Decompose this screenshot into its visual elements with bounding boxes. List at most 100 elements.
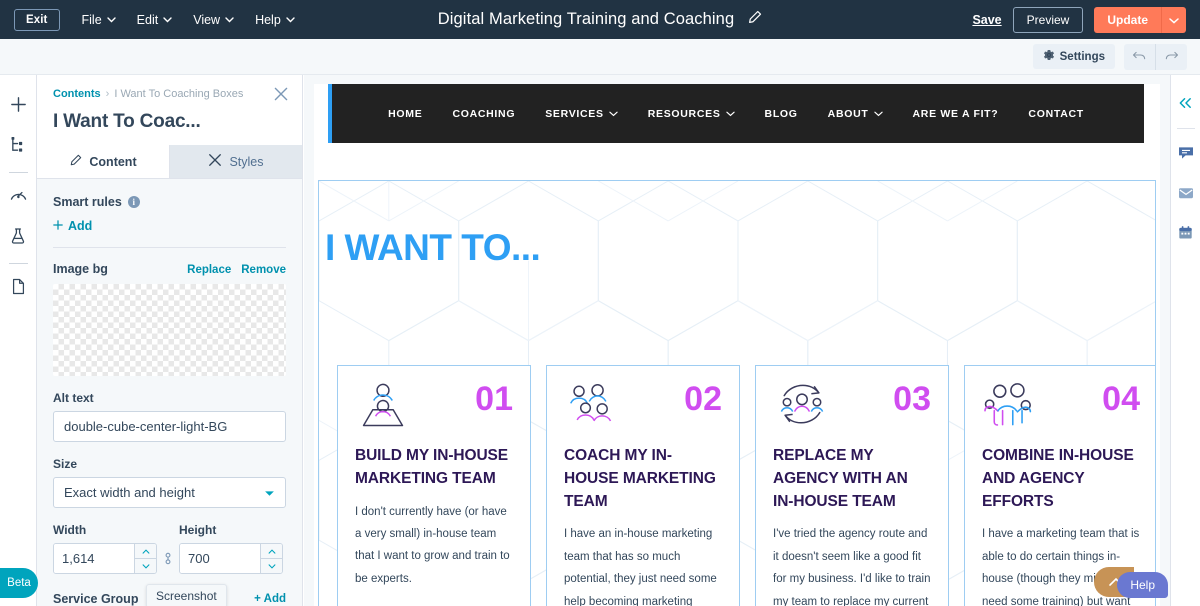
image-bg-row: Image bg Replace Remove	[53, 262, 286, 276]
redo-button[interactable]	[1155, 44, 1187, 70]
service-group-add-button[interactable]: + Add	[254, 593, 286, 605]
card-01-number: 01	[475, 382, 513, 416]
nav-label: COACHING	[452, 108, 515, 120]
card-01[interactable]: 01 BUILD MY IN-HOUSE MARKETING TEAM I do…	[337, 365, 531, 606]
cards-row: 01 BUILD MY IN-HOUSE MARKETING TEAM I do…	[337, 365, 1156, 606]
menu-help[interactable]: Help	[255, 13, 295, 27]
nav-item-blog[interactable]: BLOG	[765, 108, 798, 120]
pencil-icon[interactable]	[747, 10, 762, 30]
hero-heading: I WANT TO...	[325, 227, 540, 269]
double-chevron-left-icon	[1178, 96, 1193, 114]
nav-item-services[interactable]: SERVICES	[545, 108, 618, 120]
image-bg-label: Image bg	[53, 262, 108, 276]
top-toolbar: Exit File Edit View Help Digi	[0, 0, 1200, 39]
card-01-body: I don't currently have (or have a very s…	[355, 501, 513, 591]
breadcrumb-contents[interactable]: Contents	[53, 88, 101, 100]
beta-badge[interactable]: Beta	[0, 568, 38, 598]
redo-arrow-icon	[1164, 48, 1179, 66]
nav-label: SERVICES	[545, 108, 604, 120]
nav-label: BLOG	[765, 108, 798, 120]
menu-file[interactable]: File	[82, 13, 116, 27]
chevron-down-icon	[609, 108, 618, 120]
width-decrement[interactable]	[135, 558, 156, 573]
site-nav-items: HOME COACHING SERVICES RESOURCES	[388, 108, 1084, 120]
height-spinners	[260, 544, 282, 573]
image-bg-preview[interactable]	[53, 284, 286, 376]
screenshot-tooltip: Screenshot	[146, 584, 227, 606]
height-decrement[interactable]	[261, 558, 282, 573]
nav-item-contact[interactable]: CONTACT	[1028, 108, 1083, 120]
smart-rules-add-button[interactable]: Add	[53, 219, 286, 233]
close-icon[interactable]	[274, 87, 288, 106]
width-label: Width	[53, 523, 157, 537]
rail-content-tree[interactable]	[0, 127, 37, 167]
nav-label: HOME	[388, 108, 422, 120]
card-03[interactable]: 03 REPLACE MY AGENCY WITH AN IN-HOUSE TE…	[755, 365, 949, 606]
height-label: Height	[179, 523, 283, 537]
inbox-icon	[1178, 186, 1194, 205]
height-input[interactable]	[180, 544, 260, 573]
save-button[interactable]: Save	[972, 13, 1001, 27]
menu-view[interactable]: View	[193, 13, 234, 27]
image-bg-actions: Replace Remove	[187, 264, 286, 276]
undo-button[interactable]	[1124, 44, 1155, 70]
exit-button[interactable]: Exit	[14, 9, 60, 31]
service-group-row: Service Group + Add Screenshot	[53, 592, 286, 606]
flask-icon	[9, 227, 27, 250]
page-canvas: HOME COACHING SERVICES RESOURCES	[304, 75, 1170, 606]
two-figures-linked-icon	[982, 382, 1038, 437]
remove-image-button[interactable]: Remove	[241, 264, 286, 276]
update-button[interactable]: Update	[1094, 7, 1161, 33]
nav-item-resources[interactable]: RESOURCES	[648, 108, 735, 120]
nav-item-home[interactable]: HOME	[388, 108, 422, 120]
replace-image-button[interactable]: Replace	[187, 264, 231, 276]
sitemap-icon	[10, 136, 27, 158]
live-chat-button[interactable]	[1171, 135, 1200, 175]
collapse-panel-button[interactable]	[1171, 85, 1200, 125]
gauge-icon	[9, 186, 28, 210]
alt-text-input[interactable]	[53, 411, 286, 442]
rail-add-module[interactable]	[0, 87, 37, 127]
rail-optimize[interactable]	[0, 178, 37, 218]
menu-edit-label: Edit	[137, 13, 159, 27]
nav-label: RESOURCES	[648, 108, 721, 120]
rail-page-details[interactable]	[0, 269, 37, 309]
help-button[interactable]: Help	[1117, 572, 1168, 598]
chevron-down-icon	[726, 108, 735, 120]
site-navbar: HOME COACHING SERVICES RESOURCES	[328, 84, 1144, 143]
smart-rules-text: Smart rules	[53, 195, 122, 209]
people-cycle-arrows-icon	[773, 382, 831, 433]
info-icon[interactable]: i	[128, 196, 140, 208]
alt-text-label: Alt text	[53, 391, 286, 405]
tab-styles[interactable]: Styles	[170, 145, 302, 178]
update-dropdown-toggle[interactable]	[1161, 7, 1186, 33]
preview-button[interactable]: Preview	[1013, 7, 1084, 33]
nav-item-about[interactable]: ABOUT	[828, 108, 883, 120]
size-select[interactable]: Exact width and height	[53, 477, 286, 508]
settings-button[interactable]: Settings	[1033, 44, 1115, 69]
nav-label: CONTACT	[1028, 108, 1083, 120]
width-increment[interactable]	[135, 544, 156, 558]
menu-edit[interactable]: Edit	[137, 13, 173, 27]
card-04-number: 04	[1102, 382, 1140, 416]
card-02[interactable]: 02 COACH MY IN-HOUSE MARKETING TEAM I ha…	[546, 365, 740, 606]
card-02-heading: COACH MY IN-HOUSE MARKETING TEAM	[564, 445, 722, 513]
nav-item-coaching[interactable]: COACHING	[452, 108, 515, 120]
sidebar-tabs: Content Styles	[37, 145, 302, 179]
link-dimensions-icon[interactable]	[157, 543, 179, 574]
height-field: Height	[179, 523, 283, 574]
inbox-button[interactable]	[1171, 175, 1200, 215]
smart-rules-add-label: Add	[68, 219, 92, 233]
tab-content-label: Content	[89, 155, 136, 169]
meetings-button[interactable]	[1171, 215, 1200, 255]
card-01-heading: BUILD MY IN-HOUSE MARKETING TEAM	[355, 445, 513, 491]
hero-section[interactable]: I WANT TO...	[318, 180, 1156, 606]
sidebar-body: Smart rules i Add Image bg Replace Remov…	[37, 179, 302, 606]
nav-item-are-we-a-fit[interactable]: ARE WE A FIT?	[913, 108, 999, 120]
card-03-top: 03	[773, 382, 931, 436]
tab-content[interactable]: Content	[37, 145, 170, 178]
width-input[interactable]	[54, 544, 134, 573]
height-increment[interactable]	[261, 544, 282, 558]
height-stepper	[179, 543, 283, 574]
rail-ab-test[interactable]	[0, 218, 37, 258]
